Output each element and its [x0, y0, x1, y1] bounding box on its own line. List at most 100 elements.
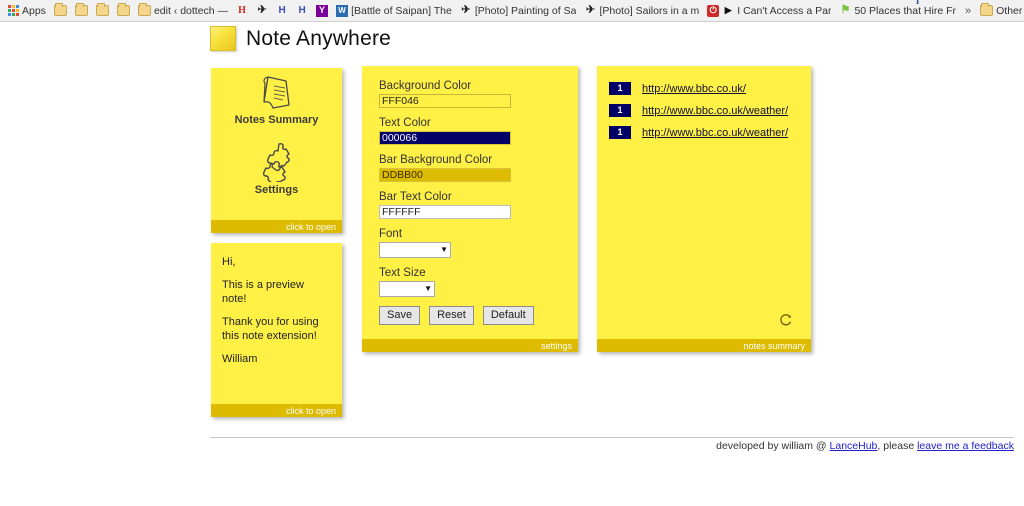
list-item[interactable]: 1 http://www.bbc.co.uk/: [609, 82, 799, 95]
bookmark-folder-4[interactable]: [113, 2, 134, 20]
bookmark-label: 50 Places that Hire Fr: [854, 5, 956, 17]
bookmark-plane-1[interactable]: ✈: [252, 2, 272, 20]
bookmark-folder-2[interactable]: [71, 2, 92, 20]
bookmark-apps[interactable]: Apps: [4, 2, 50, 20]
bookmark-h-red[interactable]: H: [232, 2, 252, 20]
note-url-link[interactable]: http://www.bbc.co.uk/weather/: [642, 105, 788, 117]
bookmark-h-blue-2[interactable]: H: [292, 2, 312, 20]
bookmark-label: [Battle of Saipan] The: [351, 5, 452, 17]
reset-button[interactable]: Reset: [429, 306, 474, 325]
notes-summary-panel[interactable]: 1 http://www.bbc.co.uk/ 1 http://www.bbc…: [597, 66, 811, 352]
folder-icon: [117, 5, 130, 16]
bookmark-other-bookmarks[interactable]: Other bookmarks: [976, 2, 1024, 20]
menu-item-label: Notes Summary: [211, 114, 342, 126]
notes-scroll-icon: [211, 68, 342, 112]
folder-icon: [96, 5, 109, 16]
preview-spacer: [222, 343, 331, 352]
background-color-input[interactable]: [379, 94, 511, 108]
bar-background-color-input[interactable]: [379, 168, 511, 182]
h-blue-icon: H: [296, 5, 308, 17]
credit-prefix: developed by william @: [716, 440, 829, 452]
bookmarks-bar[interactable]: Apps edit ‹ dottech — H ✈ H H Y W [Battl…: [0, 0, 1024, 22]
save-button[interactable]: Save: [379, 306, 420, 325]
default-button[interactable]: Default: [483, 306, 534, 325]
background-color-label: Background Color: [379, 80, 561, 92]
preview-line: William: [222, 352, 331, 366]
preview-spacer: [222, 306, 331, 315]
menu-item-label: Settings: [211, 184, 342, 196]
text-color-label: Text Color: [379, 117, 561, 129]
note-count-badge: 1: [609, 126, 631, 139]
folder-icon: [138, 5, 151, 16]
menu-panel-footer[interactable]: click to open: [211, 220, 342, 233]
preview-panel-footer[interactable]: click to open: [211, 404, 342, 417]
bookmark-folder-3[interactable]: [92, 2, 113, 20]
bookmark-50-places[interactable]: ⚑ 50 Places that Hire Fr: [835, 2, 960, 20]
settings-panel[interactable]: Background Color Text Color Bar Backgrou…: [362, 66, 578, 352]
bar-text-color-input[interactable]: [379, 205, 511, 219]
other-bookmarks-label: Other bookmarks: [996, 5, 1024, 17]
play-icon: ▶: [722, 5, 734, 17]
text-size-select[interactable]: ▼: [379, 281, 435, 297]
feedback-link[interactable]: leave me a feedback: [917, 440, 1014, 452]
font-label: Font: [379, 228, 561, 240]
preview-line: this note extension!: [222, 329, 331, 343]
bookmark-photo-painting[interactable]: ✈ [Photo] Painting of Sa: [456, 2, 581, 20]
plane-icon: ✈: [584, 5, 596, 17]
h-red-icon: H: [236, 5, 248, 17]
bookmarks-overflow-button[interactable]: »: [960, 5, 976, 17]
note-url-link[interactable]: http://www.bbc.co.uk/: [642, 83, 746, 95]
bookmark-yahoo[interactable]: Y: [312, 2, 332, 20]
font-select[interactable]: ▼: [379, 242, 451, 258]
summary-panel-footer[interactable]: notes summary: [597, 339, 811, 352]
plane-icon: ✈: [256, 5, 268, 17]
refresh-icon[interactable]: [779, 313, 793, 327]
folder-icon: [75, 5, 88, 16]
facebook-icon: f: [916, 0, 920, 7]
footer-credit: developed by william @ LanceHub, please …: [210, 440, 1014, 452]
page-header: Note Anywhere: [210, 26, 391, 51]
bookmark-folder-1[interactable]: [50, 2, 71, 20]
bookmark-label: I Can't Access a Par: [737, 5, 831, 17]
chevron-down-icon: ▼: [440, 246, 448, 254]
bookmark-h-blue-1[interactable]: H: [272, 2, 292, 20]
menu-item-notes-summary[interactable]: Notes Summary: [211, 68, 342, 126]
settings-panel-footer[interactable]: settings: [362, 339, 578, 352]
bookmark-label: Apps: [22, 5, 46, 17]
note-url-link[interactable]: http://www.bbc.co.uk/weather/: [642, 127, 788, 139]
preview-spacer: [222, 269, 331, 278]
bookmark-label: edit ‹ dottech —: [154, 5, 228, 17]
preview-line: Thank you for using: [222, 315, 331, 329]
sticky-note-icon: [210, 26, 236, 51]
menu-item-settings[interactable]: Settings: [211, 138, 342, 196]
bar-text-color-label: Bar Text Color: [379, 191, 561, 203]
preview-line: Hi,: [222, 255, 331, 269]
puzzle-piece-icon: [211, 138, 342, 182]
apps-grid-icon: [8, 5, 19, 16]
bookmark-folder-dottech[interactable]: edit ‹ dottech —: [134, 2, 232, 20]
text-color-input[interactable]: [379, 131, 511, 145]
footer-divider: [210, 437, 1014, 438]
bookmark-label: [Photo] Painting of Sa: [475, 5, 577, 17]
power-icon: ⏻: [707, 5, 719, 17]
text-size-label: Text Size: [379, 267, 561, 279]
bar-background-color-label: Bar Background Color: [379, 154, 561, 166]
bookmark-label: [Photo] Sailors in a m: [599, 5, 699, 17]
bookmark-battle-of-saipan[interactable]: W [Battle of Saipan] The: [332, 2, 456, 20]
page-title: Note Anywhere: [246, 27, 391, 51]
settings-button-row: Save Reset Default: [379, 306, 561, 325]
bookmark-photo-sailors[interactable]: ✈ [Photo] Sailors in a m: [580, 2, 703, 20]
list-item[interactable]: 1 http://www.bbc.co.uk/weather/: [609, 104, 799, 117]
preview-line: This is a preview note!: [222, 278, 331, 306]
menu-panel[interactable]: Notes Summary Settings click to open: [211, 68, 342, 233]
note-count-badge: 1: [609, 104, 631, 117]
bookmark-cant-access[interactable]: ⏻ ▶ I Can't Access a Par: [703, 2, 835, 20]
w-blue-icon: W: [336, 5, 348, 17]
folder-icon: [980, 5, 993, 16]
y-purple-icon: Y: [316, 5, 328, 17]
list-item[interactable]: 1 http://www.bbc.co.uk/weather/: [609, 126, 799, 139]
h-blue-icon: H: [276, 5, 288, 17]
lancehub-link[interactable]: LanceHub: [830, 440, 878, 452]
preview-note-panel[interactable]: Hi, This is a preview note! Thank you fo…: [211, 243, 342, 417]
plane-icon: ✈: [460, 5, 472, 17]
